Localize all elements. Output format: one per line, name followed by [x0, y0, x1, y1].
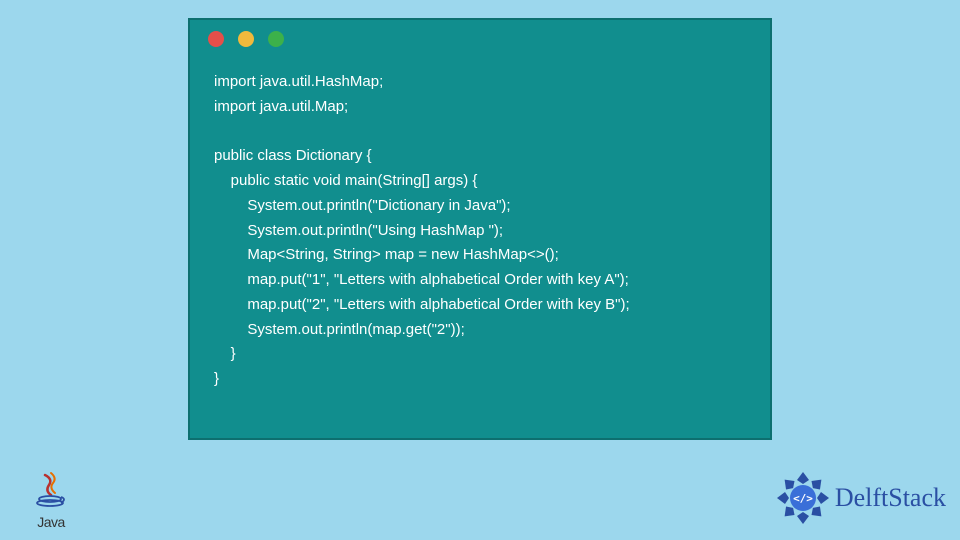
maximize-dot-icon — [268, 31, 284, 47]
code-line: map.put("2", "Letters with alphabetical … — [214, 296, 630, 313]
minimize-dot-icon — [238, 31, 254, 47]
code-line: public class Dictionary { — [214, 147, 372, 164]
svg-text:</>: </> — [793, 492, 813, 505]
code-line: import java.util.Map; — [214, 98, 348, 115]
window-titlebar — [190, 20, 770, 58]
code-line: Map<String, String> map = new HashMap<>(… — [214, 246, 559, 263]
code-line: public static void main(String[] args) { — [214, 172, 477, 189]
delftstack-logo-text: DelftStack — [835, 483, 946, 513]
code-line: System.out.println(map.get("2")); — [214, 321, 465, 338]
delftstack-badge-icon: </> — [775, 470, 831, 526]
java-logo-text: Java — [24, 514, 78, 530]
code-line: System.out.println("Using HashMap "); — [214, 222, 503, 239]
code-line: } — [214, 345, 236, 362]
code-line: } — [214, 370, 219, 387]
code-line: System.out.println("Dictionary in Java")… — [214, 197, 511, 214]
java-logo: Java — [24, 469, 78, 530]
code-window: import java.util.HashMap; import java.ut… — [188, 18, 772, 440]
close-dot-icon — [208, 31, 224, 47]
code-line: import java.util.HashMap; — [214, 73, 383, 90]
java-cup-icon — [24, 469, 78, 512]
code-block: import java.util.HashMap; import java.ut… — [190, 58, 770, 392]
code-line: map.put("1", "Letters with alphabetical … — [214, 271, 629, 288]
delftstack-logo: </> DelftStack — [775, 470, 946, 526]
